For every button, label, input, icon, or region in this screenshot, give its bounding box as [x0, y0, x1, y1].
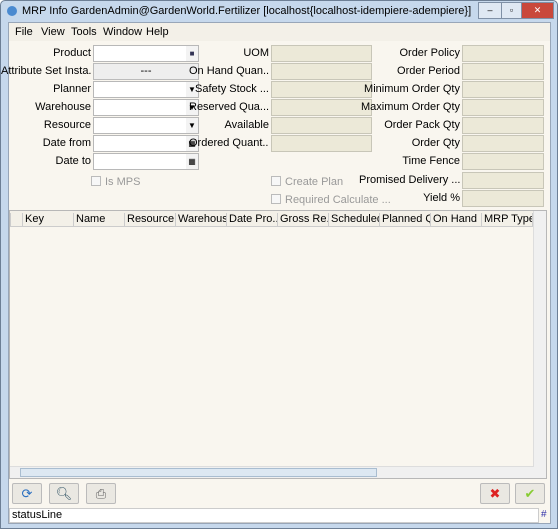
planner-field[interactable]: ▼: [93, 81, 199, 98]
field-label: Order Period: [397, 65, 460, 77]
field-label: Reserved Qua...: [189, 101, 269, 113]
column-header[interactable]: MRP Type: [481, 213, 532, 226]
readonly-field: [271, 135, 372, 152]
status-hash: #: [541, 509, 547, 520]
column-header[interactable]: Gross Re...: [277, 213, 328, 226]
checkbox-box[interactable]: [271, 176, 281, 186]
field-label: Planner: [53, 83, 91, 95]
field-label: Order Policy: [399, 47, 460, 59]
readonly-field: [462, 63, 544, 80]
ok-icon: ✔: [524, 486, 536, 501]
field-label: Available: [224, 119, 269, 131]
app-icon: [7, 6, 17, 16]
print-button[interactable]: ⎙: [86, 483, 116, 504]
status-line: statusLine: [9, 508, 539, 523]
field-label: Date from: [42, 137, 91, 149]
maximize-button[interactable]: ▫: [501, 2, 522, 19]
column-header[interactable]: Scheduled...: [328, 213, 379, 226]
column-header[interactable]: Key: [22, 213, 73, 226]
menu-file[interactable]: File: [15, 26, 33, 38]
column-header[interactable]: Warehouse: [175, 213, 226, 226]
column-header[interactable]: Resource: [124, 213, 175, 226]
create-plan-checkbox[interactable]: Create Plan: [271, 176, 343, 188]
title-bar: MRP Info GardenAdmin@GardenWorld.Fertili…: [1, 1, 557, 22]
menu-tools[interactable]: Tools: [71, 26, 97, 38]
column-header[interactable]: Name: [73, 213, 124, 226]
readonly-field: [271, 99, 372, 116]
field-label: Safety Stock ...: [195, 83, 269, 95]
readonly-field: [271, 45, 372, 62]
cancel-button[interactable]: ✖: [480, 483, 510, 504]
attribute-set-button[interactable]: ---: [93, 63, 199, 80]
mrp-info-window: MRP Info GardenAdmin@GardenWorld.Fertili…: [0, 0, 558, 529]
column-header[interactable]: Date Pro...: [226, 213, 277, 226]
close-button[interactable]: ✕: [521, 2, 554, 19]
refresh-button[interactable]: ⟳: [12, 483, 42, 504]
readonly-field: [462, 172, 544, 189]
field-label: Resource: [43, 119, 91, 131]
print-icon: ⎙: [95, 486, 107, 501]
checkbox-label: Is MPS: [105, 176, 141, 188]
column-header[interactable]: Planned Q...: [379, 213, 430, 226]
menu-window[interactable]: Window: [103, 26, 142, 38]
date-to-field[interactable]: ▦: [93, 153, 199, 170]
checkbox-label: Required Calculate ...: [285, 194, 391, 206]
product-field[interactable]: ■: [93, 45, 199, 62]
field-label: Ordered Quant...: [189, 137, 269, 149]
is-mps-checkbox[interactable]: Is MPS: [91, 176, 140, 188]
field-label: Minimum Order Qty: [364, 83, 460, 95]
readonly-field: [271, 63, 372, 80]
checkbox-box[interactable]: [91, 176, 101, 186]
field-label: Date to: [55, 155, 91, 167]
warehouse-field[interactable]: ▼: [93, 99, 199, 116]
window-title: MRP Info GardenAdmin@GardenWorld.Fertili…: [22, 5, 472, 17]
menu-bar: File View Tools Window Help: [9, 23, 550, 41]
field-label: Time Fence: [402, 155, 460, 167]
menu-view[interactable]: View: [41, 26, 65, 38]
zoom-icon: 🔍︎: [55, 486, 73, 501]
menu-help[interactable]: Help: [146, 26, 169, 38]
readonly-field: [462, 45, 544, 62]
readonly-field: [462, 81, 544, 98]
column-header[interactable]: [10, 213, 22, 226]
field-label: UOM: [243, 47, 269, 59]
readonly-field: [462, 190, 544, 207]
field-label: On Hand Quan...: [189, 65, 269, 77]
readonly-field: [271, 81, 372, 98]
field-label: Attribute Set Insta...: [1, 65, 91, 77]
field-label: Warehouse: [35, 101, 91, 113]
readonly-field: [462, 117, 544, 134]
table-header: KeyNameResourceWarehouseDate Pro...Gross…: [10, 211, 544, 227]
resource-field[interactable]: ▼: [93, 117, 199, 134]
client-area: File View Tools Window Help Product ■ Attr…: [1, 22, 551, 524]
horizontal-scrollbar[interactable]: [10, 466, 534, 478]
required-calculate-checkbox[interactable]: Required Calculate ...: [271, 194, 391, 206]
field-label: Maximum Order Qty: [360, 101, 460, 113]
field-label: Product: [53, 47, 91, 59]
minimize-button[interactable]: –: [478, 2, 502, 19]
column-header[interactable]: On Hand ...: [430, 213, 481, 226]
scroll-thumb[interactable]: [20, 468, 377, 477]
calendar-icon[interactable]: ▦: [186, 154, 198, 169]
mrp-table[interactable]: KeyNameResourceWarehouseDate Pro...Gross…: [9, 210, 547, 479]
readonly-field: [271, 117, 372, 134]
cancel-icon: ✖: [489, 486, 501, 501]
date-from-field[interactable]: ▦: [93, 135, 199, 152]
ok-button[interactable]: ✔: [515, 483, 545, 504]
vertical-scrollbar[interactable]: [533, 211, 546, 478]
readonly-field: [462, 99, 544, 116]
zoom-button[interactable]: 🔍︎: [49, 483, 79, 504]
refresh-icon: ⟳: [21, 486, 33, 501]
field-label: Promised Delivery ...: [359, 174, 460, 186]
checkbox-label: Create Plan: [285, 176, 344, 188]
field-label: Order Pack Qty: [384, 119, 460, 131]
readonly-field: [462, 153, 544, 170]
checkbox-box[interactable]: [271, 194, 281, 204]
readonly-field: [462, 135, 544, 152]
field-label: Order Qty: [411, 137, 460, 149]
